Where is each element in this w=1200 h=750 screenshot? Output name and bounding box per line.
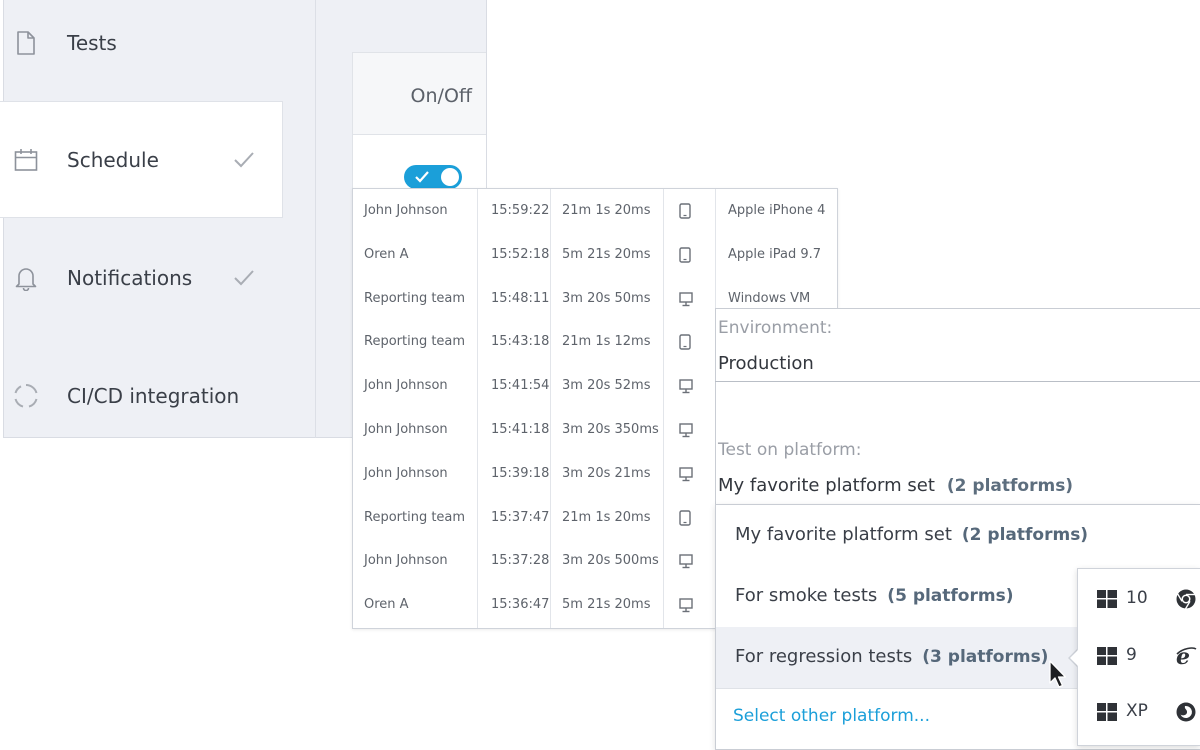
run-duration: 3m 20s 52ms <box>562 378 651 394</box>
platform-label: Test on platform: <box>718 440 862 460</box>
flyout-platform-row: 10 <box>1097 587 1200 611</box>
onoff-header-label: On/Off <box>410 85 472 107</box>
run-user: Oren A <box>364 246 409 262</box>
platform-selected-count: (2 platforms) <box>946 476 1074 496</box>
desktop-icon <box>679 597 693 613</box>
ie-icon: e <box>1175 644 1197 670</box>
run-user: Reporting team <box>364 334 466 350</box>
flyout-arrow-fill <box>1070 649 1079 667</box>
sidebar-divider <box>315 0 316 438</box>
option-name: For smoke tests <box>735 585 878 606</box>
dropdown-option-favorite[interactable]: My favorite platform set (2 platforms) <box>716 505 1200 567</box>
check-icon <box>413 169 431 185</box>
onoff-column-header: On/Off <box>352 52 486 135</box>
run-platform: Apple iPhone 4 <box>728 203 826 218</box>
toggle-knob <box>441 168 459 186</box>
flyout-platform-row: 9 e <box>1097 644 1200 670</box>
run-time: 15:37:28 <box>491 553 550 569</box>
check-icon <box>232 268 258 288</box>
sidebar-item-tests[interactable]: Tests <box>0 0 283 101</box>
run-user: John Johnson <box>364 422 448 437</box>
run-time: 15:59:22 <box>491 203 550 218</box>
table-row[interactable]: Oren A 15:52:18 5m 21s 20ms Apple iPad 9.7 <box>353 233 837 277</box>
document-icon <box>13 30 39 56</box>
run-time: 15:48:11 <box>491 290 550 306</box>
desktop-icon <box>679 378 693 394</box>
os-version: 9 <box>1126 645 1137 665</box>
environment-underline <box>715 381 1200 382</box>
run-duration: 21m 1s 20ms <box>562 509 651 525</box>
sidebar-item-label: CI/CD integration <box>67 383 240 408</box>
table-row[interactable]: John Johnson 15:59:22 21m 1s 20ms Apple iPh… <box>353 189 837 233</box>
sidebar-item-cicd[interactable]: CI/CD integration <box>0 337 283 454</box>
firefox-icon <box>1175 701 1197 723</box>
run-duration: 21m 1s 20ms <box>562 203 651 218</box>
sidebar-item-label: Notifications <box>67 265 193 290</box>
run-time: 15:41:18 <box>491 422 550 437</box>
run-time: 15:52:18 <box>491 246 550 262</box>
sidebar-item-notifications[interactable]: Notifications <box>0 219 283 336</box>
mobile-icon <box>679 247 691 263</box>
chrome-icon <box>1175 588 1197 610</box>
run-time: 15:41:54 <box>491 378 550 394</box>
run-time: 15:39:18 <box>491 465 550 481</box>
schedule-toggle[interactable] <box>404 165 462 189</box>
run-platform: Apple iPad 9.7 <box>728 246 822 262</box>
desktop-icon <box>679 466 693 482</box>
sidebar-item-label: Tests <box>67 30 117 55</box>
run-user: Reporting team <box>364 290 466 306</box>
os-version: 10 <box>1126 588 1148 608</box>
run-duration: 21m 1s 12ms <box>562 334 651 350</box>
onoff-cell <box>352 135 486 190</box>
run-user: John Johnson <box>364 203 448 218</box>
sidebar-item-label: Schedule <box>67 147 159 172</box>
bell-icon <box>13 265 39 291</box>
run-user: John Johnson <box>364 553 448 569</box>
desktop-icon <box>679 553 693 569</box>
sidebar-item-schedule[interactable]: Schedule <box>0 101 283 218</box>
option-count: (5 platforms) <box>887 586 1014 606</box>
run-duration: 3m 20s 500ms <box>562 553 659 569</box>
run-duration: 5m 21s 20ms <box>562 246 651 262</box>
environment-label: Environment: <box>718 318 833 338</box>
run-duration: 3m 20s 50ms <box>562 290 651 306</box>
platform-select[interactable]: My favorite platform set (2 platforms) <box>718 475 1073 496</box>
platform-selected-name: My favorite platform set <box>718 475 935 496</box>
check-icon <box>232 150 258 170</box>
option-count: (2 platforms) <box>961 525 1089 545</box>
mobile-icon <box>679 203 691 219</box>
cicd-spinner-icon <box>13 383 39 409</box>
mouse-cursor-icon <box>1048 660 1070 690</box>
run-user: Reporting team <box>364 509 466 525</box>
option-name: For regression tests <box>735 646 913 667</box>
mobile-icon <box>679 509 691 526</box>
windows-icon <box>1097 590 1117 608</box>
run-user: John Johnson <box>364 465 448 481</box>
run-duration: 5m 21s 20ms <box>562 597 651 613</box>
windows-icon <box>1097 703 1117 721</box>
option-name: My favorite platform set <box>735 524 952 545</box>
windows-icon <box>1097 647 1117 665</box>
calendar-icon <box>13 147 39 173</box>
run-user: Oren A <box>364 597 409 613</box>
flyout-platform-row: XP <box>1097 700 1200 724</box>
desktop-icon <box>679 291 693 307</box>
option-count: (3 platforms) <box>922 647 1049 667</box>
run-time: 15:36:47 <box>491 597 550 613</box>
mobile-icon <box>679 334 691 351</box>
run-time: 15:37:47 <box>491 509 550 525</box>
run-platform: Windows VM <box>728 290 811 306</box>
run-user: John Johnson <box>364 378 448 394</box>
os-version: XP <box>1126 701 1148 721</box>
run-duration: 3m 20s 21ms <box>562 465 651 481</box>
desktop-icon <box>679 422 693 438</box>
environment-select[interactable]: Production <box>718 353 814 374</box>
run-duration: 3m 20s 350ms <box>562 422 659 437</box>
run-time: 15:43:18 <box>491 334 550 350</box>
select-other-platform-link[interactable]: Select other platform... <box>733 706 930 726</box>
